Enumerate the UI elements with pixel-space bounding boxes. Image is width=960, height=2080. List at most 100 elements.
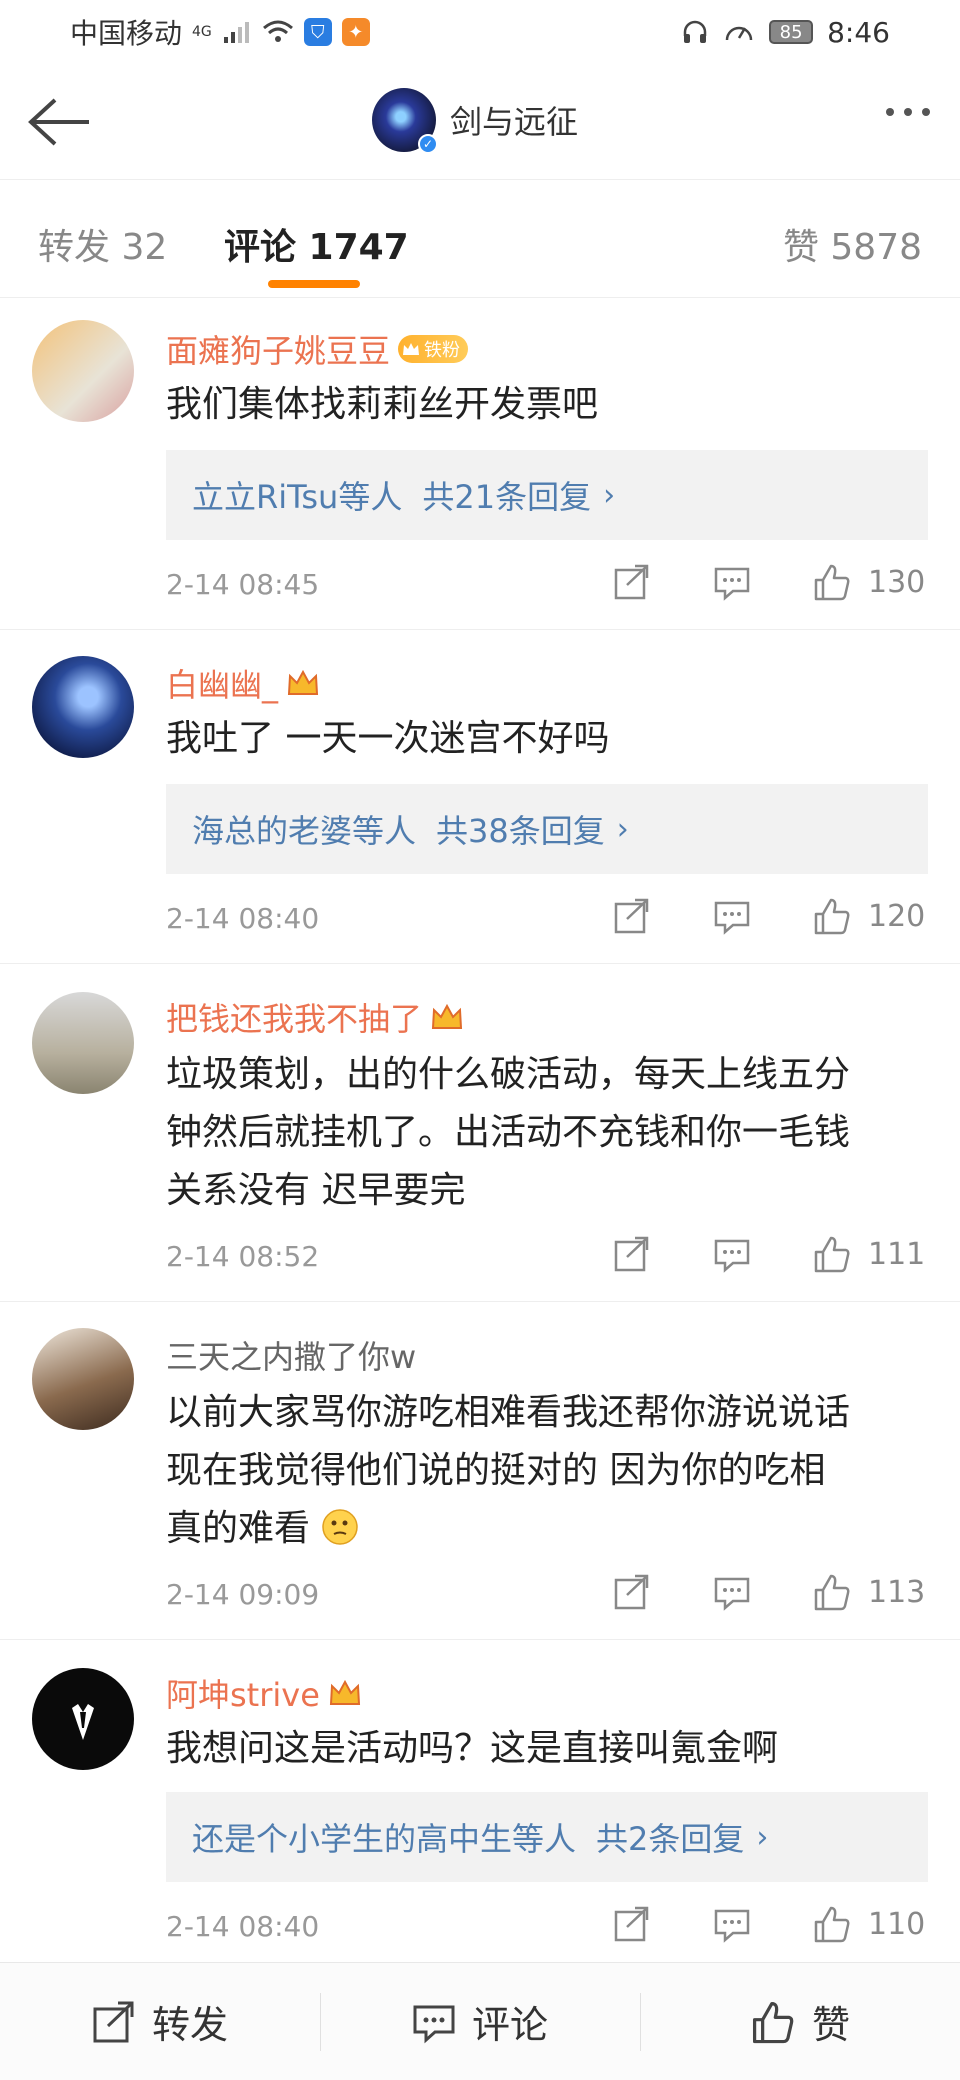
comment-actions: 111 — [612, 1234, 925, 1274]
comment-username[interactable]: 三天之内撒了你w — [166, 1332, 416, 1378]
wifi-icon — [262, 20, 293, 42]
username-text[interactable]: 三天之内撒了你w — [166, 1332, 416, 1378]
comment-text: 我们集体找莉莉丝开发票吧 — [166, 384, 599, 425]
comment-time: 2-14 08:40 — [166, 1910, 320, 1943]
comment-text-line: 关系没有 迟早要完 — [166, 1170, 466, 1211]
bottom-action-bar: 转发 评论 赞 — [0, 1962, 960, 2080]
comment-text: 我想问这是活动吗？这是直接叫氪金啊 — [166, 1728, 779, 1769]
like-icon[interactable] — [812, 562, 852, 602]
back-button[interactable] — [24, 92, 94, 152]
speed-icon — [725, 26, 753, 41]
reply-icon[interactable] — [712, 896, 752, 936]
username-text[interactable]: 把钱还我我不抽了 — [166, 994, 422, 1040]
replies-link[interactable]: 立立RiTsu等人 共21条回复 › — [166, 450, 928, 540]
account-header[interactable]: ✓ 剑与远征 — [372, 88, 579, 154]
comment-actions: 130 — [612, 562, 925, 602]
status-bar: 中国移动 4G ⛉ ✦ 85 8:46 — [0, 0, 960, 64]
reply-icon[interactable] — [712, 562, 752, 602]
comment-text-line: 以前大家骂你游吃相难看我还帮你游说说话 — [166, 1392, 851, 1433]
like-count: 113 — [868, 1574, 926, 1610]
thinking-emoji-icon — [322, 1509, 359, 1545]
comment-actions: 120 — [612, 896, 925, 936]
comment-time: 2-14 09:09 — [166, 1578, 320, 1611]
username-text[interactable]: 面瘫狗子姚豆豆 — [166, 326, 390, 372]
username-text[interactable]: 白幽幽_ — [166, 660, 278, 706]
comment-time: 2-14 08:52 — [166, 1240, 320, 1273]
share-icon[interactable] — [612, 1234, 652, 1274]
comment-item: 把钱还我我不抽了 垃圾策划，出的什么破活动，每天上线五分 钟然后就挂机了。出活动… — [0, 964, 960, 1302]
fan-badge: 铁粉 — [398, 335, 469, 363]
tab-repost[interactable]: 转发 32 — [38, 218, 167, 270]
comment-text-line: 钟然后就挂机了。出活动不充钱和你一毛钱 — [166, 1112, 851, 1153]
share-icon[interactable] — [612, 1904, 652, 1944]
like-label: 赞 — [811, 2003, 850, 2047]
active-tab-indicator — [268, 280, 360, 288]
verified-icon: ✓ — [418, 134, 438, 154]
like-icon[interactable] — [812, 1572, 852, 1612]
share-icon[interactable] — [612, 1572, 652, 1612]
tab-comments[interactable]: 评论 1747 — [224, 218, 409, 270]
dot-icon — [886, 108, 894, 116]
repost-button[interactable]: 转发 — [0, 1963, 320, 2080]
share-icon[interactable] — [612, 562, 652, 602]
like-icon[interactable] — [812, 1234, 852, 1274]
avatar[interactable] — [32, 1668, 134, 1770]
comment-button[interactable]: 评论 — [320, 1963, 640, 2080]
avatar[interactable] — [32, 992, 134, 1094]
comment-text-fragment: 真的难看 — [166, 1508, 311, 1549]
like-count: 130 — [868, 564, 926, 600]
dot-icon — [904, 108, 912, 116]
game-app-icon: ✦ — [341, 18, 370, 46]
comment-text: 我吐了 一天一次迷宫不好吗 — [166, 718, 610, 759]
comment-time: 2-14 08:40 — [166, 902, 320, 935]
comment-text-line: 现在我觉得他们说的挺对的 因为你的吃相 — [166, 1450, 826, 1491]
comment-username[interactable]: 阿坤strive — [166, 1670, 362, 1716]
avatar[interactable] — [32, 1328, 134, 1430]
comment-item: 阿坤strive 我想问这是活动吗？这是直接叫氪金啊 还是个小学生的高中生等人 … — [0, 1640, 960, 1962]
reply-icon[interactable] — [712, 1572, 752, 1612]
share-icon[interactable] — [612, 896, 652, 936]
battery-icon: 85 — [769, 20, 814, 44]
like-count: 110 — [868, 1906, 926, 1942]
reply-icon[interactable] — [712, 1234, 752, 1274]
crown-icon — [403, 343, 420, 355]
comment-item: 面瘫狗子姚豆豆 铁粉 我们集体找莉莉丝开发票吧 立立RiTsu等人 共21条回复… — [0, 298, 960, 630]
comment-text: 垃圾策划，出的什么破活动，每天上线五分 钟然后就挂机了。出活动不充钱和你一毛钱 … — [166, 1046, 936, 1220]
comment-item: 白幽幽_ 我吐了 一天一次迷宫不好吗 海总的老婆等人 共38条回复 › 2-14… — [0, 630, 960, 964]
comment-text-line: 真的难看 — [166, 1500, 936, 1558]
comment-username[interactable]: 面瘫狗子姚豆豆 铁粉 — [166, 326, 469, 372]
suit-figure-icon — [72, 1704, 94, 1740]
avatar[interactable] — [32, 656, 134, 758]
back-arrow-icon — [28, 98, 89, 146]
comment-username[interactable]: 白幽幽_ — [166, 660, 320, 706]
crown-icon — [431, 1003, 463, 1029]
replies-link[interactable]: 还是个小学生的高中生等人 共2条回复 › — [166, 1792, 928, 1882]
like-icon[interactable] — [812, 1904, 852, 1944]
nav-bar: ✓ 剑与远征 — [0, 64, 960, 180]
comment-label: 评论 — [471, 2003, 548, 2047]
account-avatar[interactable]: ✓ — [372, 88, 438, 154]
comment-actions: 110 — [612, 1904, 925, 1944]
like-count: 111 — [868, 1236, 926, 1272]
comment-time: 2-14 08:45 — [166, 568, 320, 601]
reply-icon[interactable] — [712, 1904, 752, 1944]
comment-actions: 113 — [612, 1572, 925, 1612]
like-count: 120 — [868, 898, 926, 934]
chevron-right-icon: › — [603, 477, 616, 513]
comment-username[interactable]: 把钱还我我不抽了 — [166, 994, 464, 1040]
like-icon[interactable] — [812, 896, 852, 936]
share-icon — [93, 2001, 134, 2042]
like-button[interactable]: 赞 — [640, 1963, 960, 2080]
username-text[interactable]: 阿坤strive — [166, 1670, 320, 1716]
replies-link[interactable]: 海总的老婆等人 共38条回复 › — [166, 784, 928, 874]
more-options-button[interactable] — [886, 108, 930, 116]
page-title: 剑与远征 — [450, 103, 579, 141]
carrier-name: 中国移动 — [70, 17, 183, 50]
shield-app-icon: ⛉ — [303, 18, 332, 46]
chevron-right-icon: › — [616, 811, 629, 847]
crown-icon — [329, 1679, 360, 1705]
avatar[interactable] — [32, 320, 134, 422]
reply-count: 共38条回复 — [436, 812, 605, 850]
tab-bar: 转发 32 评论 1747 赞 5878 — [0, 180, 960, 298]
tab-likes[interactable]: 赞 5878 — [783, 218, 922, 270]
